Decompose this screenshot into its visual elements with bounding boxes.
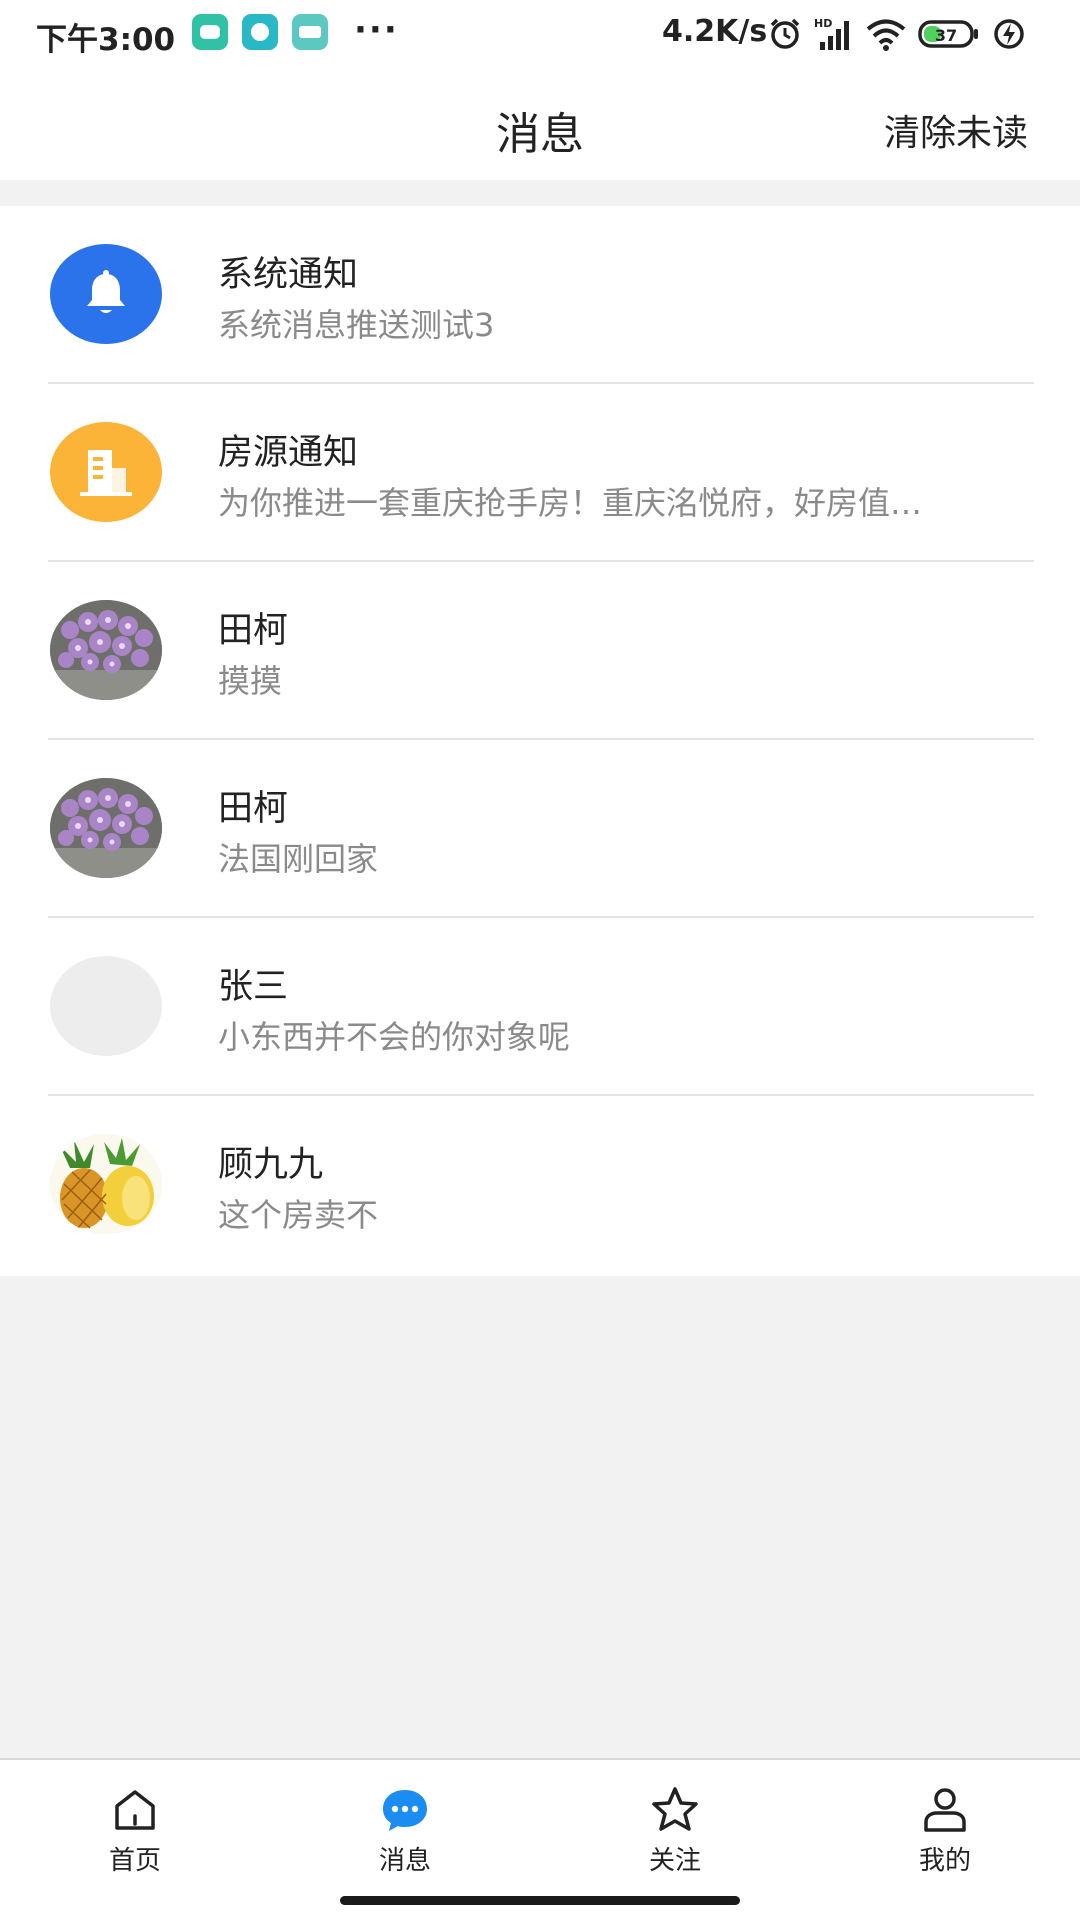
message-item-user[interactable]: 顾九九 这个房卖不 xyxy=(0,1096,1080,1274)
status-bar: 下午3:00 ··· 4.2K/s HD 37 xyxy=(0,0,1080,68)
sender-name: 田柯 xyxy=(218,789,289,829)
tab-label: 消息 xyxy=(378,1846,431,1876)
message-preview: 系统消息推送测试3 xyxy=(218,306,495,344)
flowers-photo-icon xyxy=(50,600,162,700)
tab-label: 首页 xyxy=(108,1846,161,1876)
alarm-icon xyxy=(770,18,800,49)
sender-name: 顾九九 xyxy=(218,1145,324,1185)
network-badge: HD xyxy=(814,17,832,30)
star-icon xyxy=(652,1787,698,1831)
message-item-property-notice[interactable]: 房源通知 为你推进一套重庆抢手房！重庆洺悦府，好房值… xyxy=(0,384,1080,562)
wifi-icon xyxy=(866,19,906,51)
message-preview: 为你推进一套重庆抢手房！重庆洺悦府，好房值… xyxy=(218,484,923,522)
network-speed: 4.2K/s xyxy=(662,14,768,49)
signal-icon: HD xyxy=(814,17,849,50)
message-item-system-notice[interactable]: 系统通知 系统消息推送测试3 xyxy=(0,206,1080,384)
tab-profile[interactable]: 我的 xyxy=(810,1760,1080,1922)
placeholder-avatar xyxy=(50,956,162,1056)
message-preview: 摸摸 xyxy=(218,662,283,700)
bell-icon xyxy=(87,270,125,313)
building-icon xyxy=(80,450,132,496)
property-notice-avatar xyxy=(50,422,162,522)
sender-name: 张三 xyxy=(218,967,289,1007)
flowers-photo-icon xyxy=(50,778,162,878)
message-item-user[interactable]: 田柯 摸摸 xyxy=(0,562,1080,740)
home-indicator[interactable] xyxy=(340,1896,740,1905)
message-preview: 小东西并不会的你对象呢 xyxy=(218,1018,571,1056)
chat-bubble-icon xyxy=(383,1790,427,1831)
battery-level: 37 xyxy=(935,26,957,45)
message-list: 系统通知 系统消息推送测试3 房源通知 为你推进一套重庆抢手房！重庆洺悦府，好房… xyxy=(0,206,1080,1276)
download-app-icon xyxy=(242,14,278,50)
battery-icon: 37 xyxy=(918,20,978,48)
status-time: 下午3:00 xyxy=(36,22,176,58)
sender-name: 田柯 xyxy=(218,611,289,651)
avatar xyxy=(50,600,162,700)
avatar xyxy=(50,1134,162,1234)
avatar xyxy=(50,778,162,878)
home-icon xyxy=(115,1790,155,1830)
chat-app-icon xyxy=(192,14,228,50)
person-icon xyxy=(924,1788,966,1832)
message-item-user[interactable]: 田柯 法国刚回家 xyxy=(0,740,1080,918)
message-preview: 法国刚回家 xyxy=(218,840,379,878)
charging-icon xyxy=(994,19,1024,49)
status-system-icons: HD 37 xyxy=(768,16,1026,52)
clear-unread-button[interactable]: 清除未读 xyxy=(884,104,1028,156)
boss-app-icon xyxy=(292,14,328,50)
message-item-user[interactable]: 张三 小东西并不会的你对象呢 xyxy=(0,918,1080,1096)
tab-label: 我的 xyxy=(918,1846,971,1876)
sender-name: 房源通知 xyxy=(218,433,359,473)
status-overflow-icon: ··· xyxy=(354,10,399,50)
message-preview: 这个房卖不 xyxy=(218,1196,379,1234)
tab-home[interactable]: 首页 xyxy=(0,1760,270,1922)
system-notice-avatar xyxy=(50,244,162,344)
status-app-icons xyxy=(192,14,328,50)
sender-name: 系统通知 xyxy=(218,255,359,295)
tab-label: 关注 xyxy=(648,1846,701,1876)
header-bar: 消息 清除未读 xyxy=(0,68,1080,180)
pineapple-photo-icon xyxy=(50,1134,162,1234)
